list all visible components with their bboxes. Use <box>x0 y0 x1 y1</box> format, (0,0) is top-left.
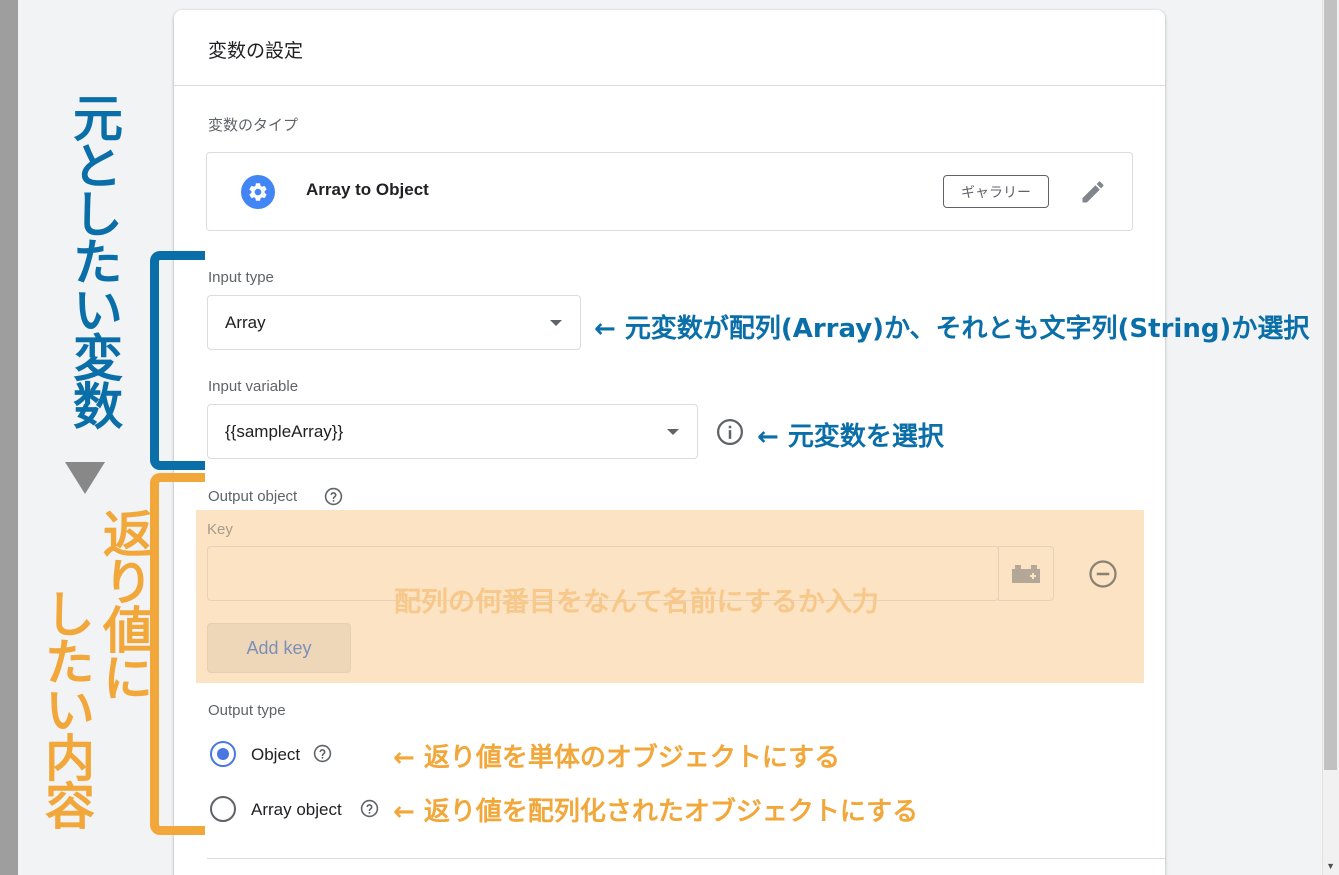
radio-object-label: Object <box>251 745 301 764</box>
remove-key-button[interactable] <box>1088 559 1118 594</box>
brick-icon <box>1012 564 1040 583</box>
array-object-annotation: ← 返り値を配列化されたオブジェクトにする <box>393 797 919 827</box>
input-variable-annotation: ← 元変数を選択 <box>757 422 944 452</box>
gear-icon <box>241 175 275 209</box>
input-type-select[interactable]: Array <box>207 295 581 350</box>
chevron-down-icon <box>550 319 562 326</box>
key-label: Key <box>207 521 233 538</box>
down-arrow-icon <box>65 462 105 494</box>
output-object-key-panel: Key Add key 配列の何番目をなんて名前にするか入力 <box>196 510 1144 683</box>
radio-array-object[interactable] <box>210 796 236 822</box>
variable-type-box[interactable]: Array to Object ギャラリー <box>206 152 1133 231</box>
help-icon[interactable] <box>313 744 332 768</box>
input-type-label: Input type <box>208 269 274 286</box>
object-annotation: ← 返り値を単体のオブジェクトにする <box>393 743 841 773</box>
input-variable-select[interactable]: {{sampleArray}} <box>207 404 698 459</box>
info-icon[interactable] <box>715 417 745 452</box>
source-variable-annotation: 元としたい変数 <box>65 92 123 428</box>
edit-pencil-icon[interactable] <box>1079 178 1107 211</box>
scrollbar-thumb[interactable] <box>1324 0 1337 770</box>
help-icon[interactable] <box>360 799 379 823</box>
key-annotation: 配列の何番目をなんて名前にするか入力 <box>394 587 879 618</box>
radio-object[interactable] <box>210 741 236 767</box>
page-title: 変数の設定 <box>208 41 304 62</box>
vertical-scrollbar[interactable]: ▼ <box>1322 0 1339 875</box>
variable-type-label: 変数のタイプ <box>208 117 299 134</box>
gallery-badge: ギャラリー <box>943 175 1049 208</box>
input-type-annotation: ← 元変数が配列(Array)か、それとも文字列(String)か選択 <box>594 314 1310 344</box>
input-variable-value: {{sampleArray}} <box>225 421 344 441</box>
source-bracket <box>150 251 205 470</box>
input-type-value: Array <box>225 312 266 332</box>
radio-array-object-label: Array object <box>251 800 342 819</box>
output-object-label: Output object <box>208 488 298 505</box>
scroll-down-arrow-icon[interactable]: ▼ <box>1326 861 1335 871</box>
minus-circle-icon <box>1089 560 1117 588</box>
input-variable-label: Input variable <box>208 378 299 395</box>
variable-type-name: Array to Object <box>306 180 429 199</box>
add-key-button[interactable]: Add key <box>207 623 351 673</box>
title-divider <box>174 85 1165 86</box>
chevron-down-icon <box>667 428 679 435</box>
help-icon[interactable] <box>324 487 343 511</box>
insert-variable-button[interactable] <box>998 546 1054 601</box>
window-left-edge <box>0 0 18 875</box>
output-type-label: Output type <box>208 702 286 719</box>
bottom-divider <box>207 858 1165 859</box>
return-value-annotation-2: したい内容 <box>37 588 95 828</box>
